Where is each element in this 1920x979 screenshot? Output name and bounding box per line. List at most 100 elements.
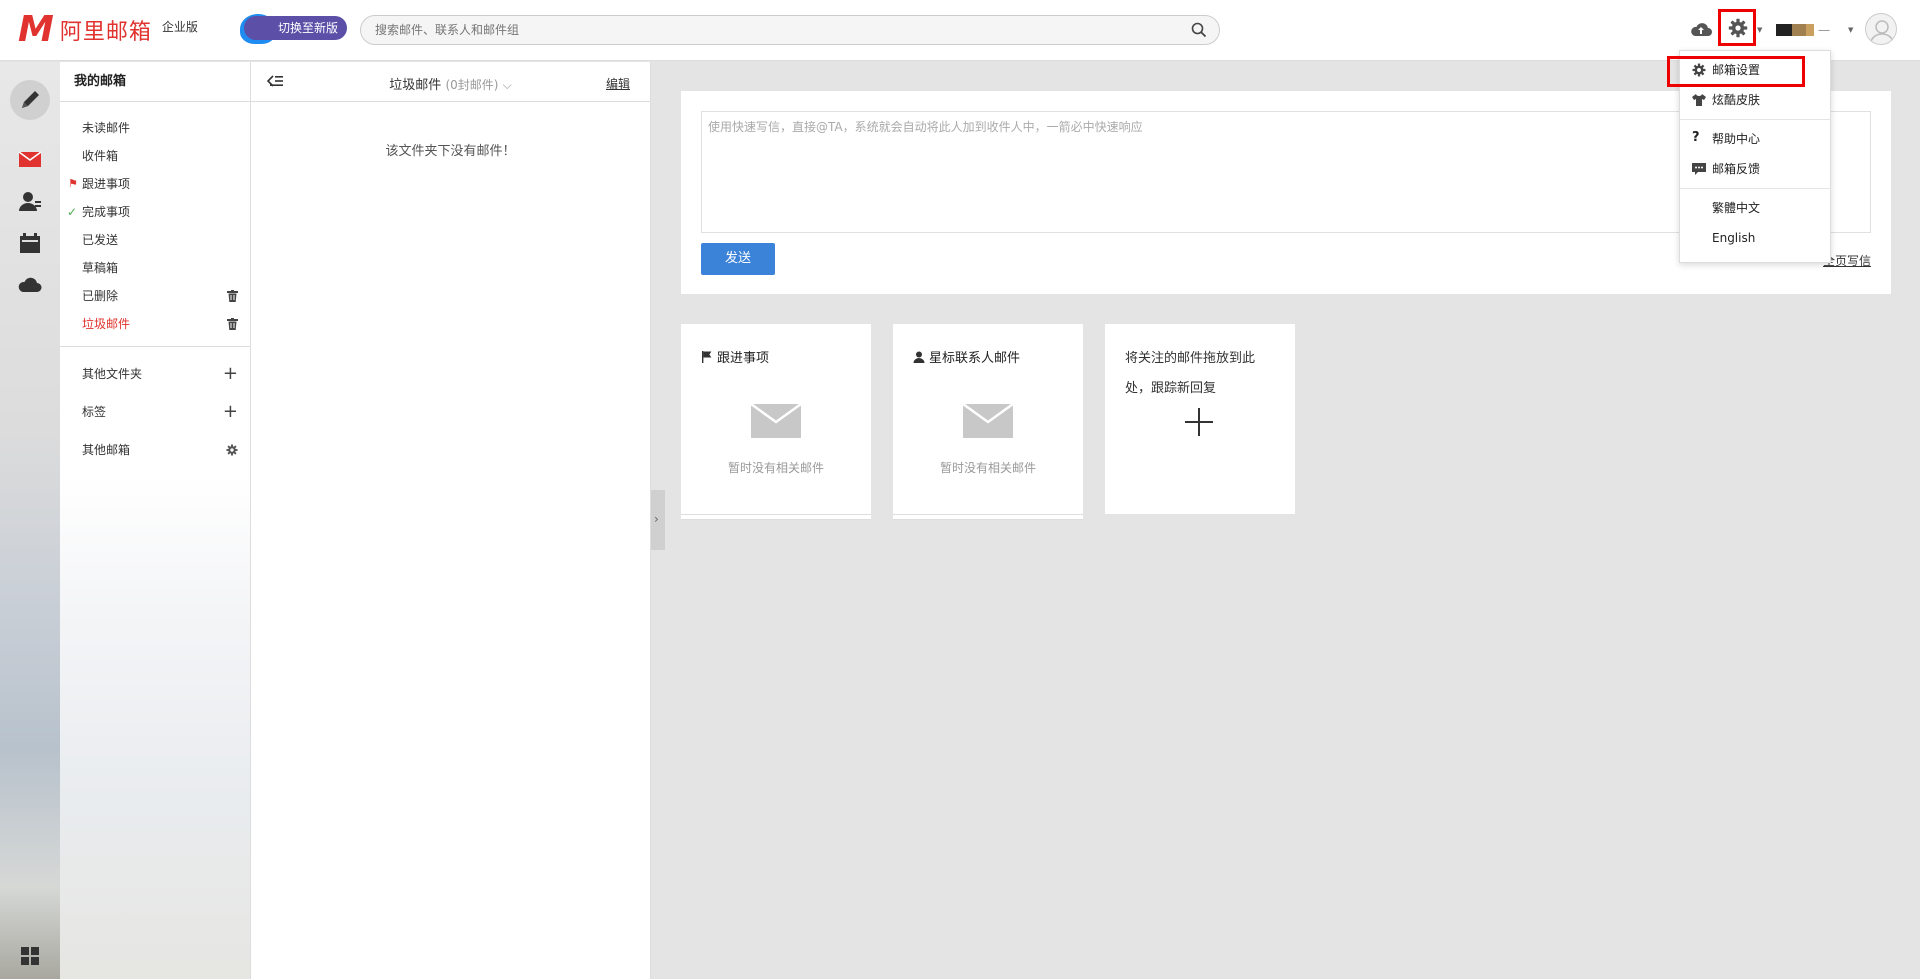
folder-deleted[interactable]: 已删除 (60, 282, 250, 310)
pencil-icon (22, 91, 39, 108)
person-icon (1870, 20, 1894, 44)
empty-folder-message: 该文件夹下没有邮件！ (385, 144, 516, 159)
folder-label: 草稿箱 (82, 261, 119, 275)
folder-label: 已发送 (82, 233, 119, 247)
folder-label: 跟进事项 (82, 177, 131, 191)
folder-inbox[interactable]: 收件箱 (60, 142, 250, 170)
gear-icon (1728, 18, 1748, 38)
starred-contacts-card[interactable]: 星标联系人邮件 暂时没有相关邮件 (893, 324, 1083, 520)
card-empty-message: 暂时没有相关邮件 (727, 461, 824, 475)
followup-card[interactable]: 跟进事项 暂时没有相关邮件 (681, 324, 871, 520)
chevron-down-icon: ▼ (1848, 26, 1854, 34)
folder-label: 完成事项 (82, 205, 131, 219)
menu-label: English (1712, 231, 1756, 245)
folder-spam[interactable]: 垃圾邮件 (60, 310, 250, 338)
feedback-icon (1692, 163, 1706, 175)
calendar-icon[interactable] (18, 232, 42, 254)
menu-label: 繁體中文 (1712, 201, 1761, 215)
card-stack-edge (893, 514, 1083, 520)
gear-icon[interactable] (226, 444, 238, 456)
folder-sent[interactable]: 已发送 (60, 226, 250, 254)
mail-list-header: 垃圾邮件 (0封邮件) ⌵ 编辑 (251, 62, 650, 102)
menu-label: 邮箱反馈 (1712, 162, 1761, 176)
check-icon: ✓ (67, 205, 78, 219)
trash-icon[interactable] (227, 290, 238, 302)
card-stack-edge (681, 514, 871, 520)
menu-item-skins[interactable]: 炫酷皮肤 (1680, 85, 1830, 115)
chevron-right-icon: › (654, 512, 659, 526)
search-box (360, 15, 1220, 45)
logo-letter: M (18, 9, 54, 50)
user-name-suffix: 一 (1818, 24, 1831, 38)
my-mailbox-title: 我的邮箱 (60, 62, 250, 102)
folder-sidebar: 我的邮箱 未读邮件 收件箱 ⚑ 跟进事项 ✓ 完成事项 已发送 草稿箱 已删除 … (60, 62, 251, 979)
envelope-icon (751, 404, 801, 438)
group-label: 其他文件夹 (82, 367, 143, 381)
folder-label: 已删除 (82, 289, 119, 303)
folder-followup[interactable]: ⚑ 跟进事项 (60, 170, 250, 198)
menu-item-english[interactable]: English (1680, 223, 1830, 253)
drop-hint-text: 将关注的邮件拖放到此处，跟踪新回复 (1125, 351, 1256, 396)
menu-item-help[interactable]: ? 帮助中心 (1680, 124, 1830, 154)
folder-unread[interactable]: 未读邮件 (60, 114, 250, 142)
contacts-icon[interactable] (18, 190, 42, 212)
apps-icon[interactable] (20, 946, 40, 966)
search-input[interactable] (361, 16, 1161, 44)
folder-title[interactable]: 垃圾邮件 (0封邮件) ⌵ (251, 74, 650, 93)
add-tag-icon[interactable]: + (223, 393, 238, 431)
app-icon-bar (0, 62, 60, 979)
card-title: 跟进事项 (701, 347, 769, 366)
folder-label: 收件箱 (82, 149, 119, 163)
logo[interactable]: M 阿里邮箱 企业版 (18, 12, 198, 48)
switch-version-button[interactable]: 切换至新版 (244, 16, 348, 40)
folder-list: 未读邮件 收件箱 ⚑ 跟进事项 ✓ 完成事项 已发送 草稿箱 已删除 垃圾邮件 (60, 102, 250, 338)
folder-name: 垃圾邮件 (389, 78, 442, 93)
panel-toggle-handle[interactable]: › (651, 490, 665, 550)
edition-label: 企业版 (161, 20, 198, 34)
folder-label: 垃圾邮件 (82, 317, 131, 331)
other-mailboxes-group[interactable]: 其他邮箱 (60, 431, 250, 469)
cloud-icon[interactable] (18, 274, 42, 296)
menu-label: 帮助中心 (1712, 132, 1761, 146)
menu-label: 炫酷皮肤 (1712, 93, 1761, 107)
chevron-down-icon: ⌵ (502, 78, 512, 92)
menu-item-traditional-chinese[interactable]: 繁體中文 (1680, 193, 1830, 223)
plus-icon[interactable] (1185, 408, 1213, 436)
divider (1680, 119, 1830, 120)
card-title: 星标联系人邮件 (913, 347, 1020, 366)
card-empty-message: 暂时没有相关邮件 (939, 461, 1036, 475)
edit-link[interactable]: 编辑 (606, 75, 630, 92)
divider (60, 346, 250, 347)
search-icon[interactable] (1191, 22, 1207, 38)
menu-item-feedback[interactable]: 邮箱反馈 (1680, 154, 1830, 184)
divider (1680, 188, 1830, 189)
top-header: M 阿里邮箱 企业版 切换至新版 搜索邮件、联系人和邮件组 ▼ 一 ▼ (0, 0, 1920, 61)
logo-text: 阿里邮箱 (59, 20, 152, 45)
drop-tracking-card[interactable]: 将关注的邮件拖放到此处，跟踪新回复 (1105, 324, 1295, 514)
folder-label: 未读邮件 (82, 121, 131, 135)
compose-button[interactable] (10, 80, 50, 120)
send-button[interactable]: 发送 (701, 243, 775, 275)
settings-button[interactable] (1718, 9, 1756, 46)
user-name-redacted[interactable] (1776, 24, 1814, 36)
tags-group[interactable]: 标签 + (60, 393, 250, 431)
chevron-down-icon: ▼ (1757, 26, 1763, 34)
other-folders-group[interactable]: 其他文件夹 + (60, 355, 250, 393)
folder-done[interactable]: ✓ 完成事项 (60, 198, 250, 226)
mail-list-panel: 垃圾邮件 (0封邮件) ⌵ 编辑 该文件夹下没有邮件！ (251, 62, 651, 979)
person-icon (913, 351, 925, 363)
cloud-upload-icon[interactable] (1690, 20, 1712, 38)
question-icon: ? (1692, 130, 1700, 145)
group-label: 其他邮箱 (82, 443, 131, 457)
group-label: 标签 (82, 405, 107, 419)
folder-drafts[interactable]: 草稿箱 (60, 254, 250, 282)
trash-icon[interactable] (227, 318, 238, 330)
flag-icon (702, 351, 712, 363)
add-folder-icon[interactable]: + (223, 355, 238, 393)
mail-icon[interactable] (18, 148, 42, 170)
avatar[interactable] (1865, 13, 1897, 45)
shirt-icon (1692, 94, 1706, 106)
flag-icon: ⚑ (68, 177, 78, 190)
highlight-box (1667, 56, 1805, 87)
mail-count: (0封邮件) (445, 78, 499, 92)
